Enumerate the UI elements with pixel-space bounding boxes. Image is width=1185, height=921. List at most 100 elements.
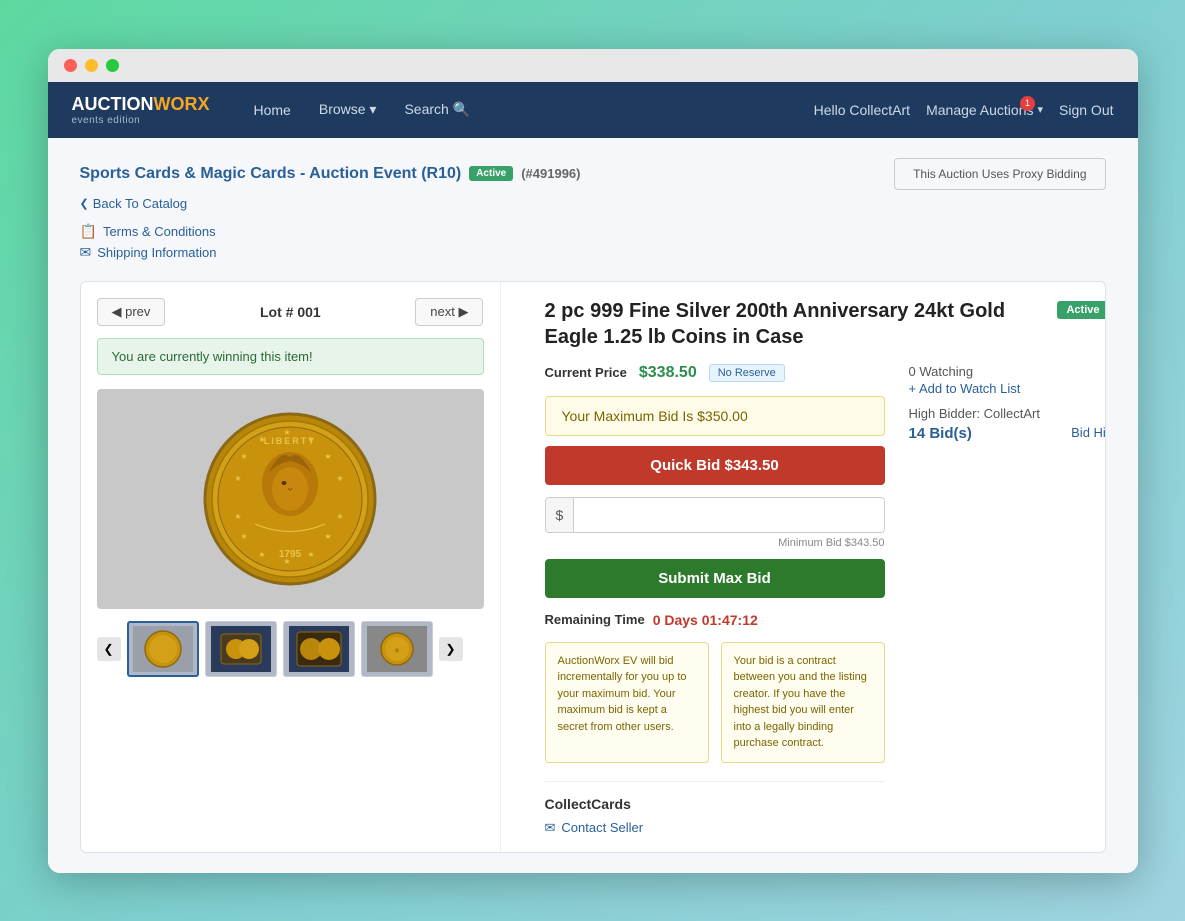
notification-badge: 1	[1020, 96, 1035, 111]
nav-links: Home Browse ▾ Search 🔍	[242, 95, 814, 124]
links-row: 📋 Terms & Conditions ✉ Shipping Informat…	[80, 223, 1106, 261]
next-lot-button[interactable]: next ▶	[415, 298, 483, 326]
lot-right-panel: 2 pc 999 Fine Silver 200th Anniversary 2…	[525, 282, 1106, 852]
remaining-label: Remaining Time	[545, 612, 645, 627]
min-bid-note: Minimum Bid $343.50	[545, 537, 885, 549]
prev-lot-button[interactable]: ◀ prev	[97, 298, 166, 326]
current-price-value: $338.50	[639, 364, 697, 382]
current-price-label: Current Price	[545, 365, 627, 380]
price-row: Current Price $338.50 No Reserve	[545, 364, 885, 382]
thumb-prev-arrow[interactable]: ❮	[97, 637, 121, 661]
bid-input-row: $	[545, 497, 885, 533]
info-text-right: Your bid is a contract between you and t…	[734, 655, 867, 750]
logo-worx: WORX	[154, 94, 210, 114]
contact-seller-text: Contact Seller	[561, 820, 643, 835]
winning-text: You are currently winning this item!	[112, 349, 313, 364]
auction-title-group: Sports Cards & Magic Cards - Auction Eve…	[80, 165, 581, 183]
info-box-left: AuctionWorx EV will bid incrementally fo…	[545, 642, 709, 763]
bid-count-row: 14 Bid(s) Bid History ❯	[909, 425, 1106, 442]
nav-search[interactable]: Search 🔍	[392, 95, 482, 124]
lot-left-panel: ◀ prev Lot # 001 next ▶ You are currentl…	[81, 282, 501, 852]
svg-text:★: ★	[324, 452, 331, 461]
bid-history-link[interactable]: Bid History ❯	[1071, 425, 1105, 441]
shipping-link[interactable]: ✉ Shipping Information	[80, 244, 1106, 261]
add-to-watchlist-button[interactable]: + Add to Watch List	[909, 381, 1106, 396]
back-link-text: Back To Catalog	[93, 196, 187, 211]
close-dot[interactable]	[64, 59, 77, 72]
bid-amount-input[interactable]	[574, 498, 883, 532]
lot-right-side: 0 Watching + Add to Watch List High Bidd…	[909, 364, 1106, 836]
logo-auction: AUCTION	[72, 94, 154, 114]
logo-subtitle: events edition	[72, 115, 210, 126]
thumb-svg-2	[211, 626, 271, 672]
lot-nav: ◀ prev Lot # 001 next ▶	[97, 298, 484, 326]
coin-svg: ★ ★ ★ ★ ★ ★ ★ ★ ★ ★ ★ ★ ★	[200, 409, 380, 589]
svg-text:★: ★	[258, 550, 265, 559]
shipping-text: Shipping Information	[97, 245, 216, 260]
lot-layout: ◀ prev Lot # 001 next ▶ You are currentl…	[80, 281, 1106, 853]
main-content: Sports Cards & Magic Cards - Auction Eve…	[48, 138, 1138, 873]
terms-text: Terms & Conditions	[103, 224, 216, 239]
thumbnails: ❮	[97, 621, 484, 677]
nav-signout[interactable]: Sign Out	[1059, 102, 1113, 118]
browser-window: AUCTIONWORX events edition Home Browse ▾…	[48, 49, 1138, 873]
info-text-left: AuctionWorx EV will bid incrementally fo…	[558, 655, 687, 733]
auction-active-badge: Active	[469, 166, 513, 181]
auction-id: (#491996)	[521, 166, 580, 181]
thumbnail-2[interactable]	[205, 621, 277, 677]
dollar-prefix: $	[546, 498, 575, 532]
quick-bid-button[interactable]: Quick Bid $343.50	[545, 446, 885, 485]
watchlist-text: + Add to Watch List	[909, 381, 1021, 396]
lot-title: 2 pc 999 Fine Silver 200th Anniversary 2…	[545, 298, 1046, 350]
thumbnail-3[interactable]	[283, 621, 355, 677]
lot-number: Lot # 001	[260, 304, 321, 320]
thumb-svg-1	[133, 626, 193, 672]
envelope-icon: ✉	[545, 820, 556, 836]
logo-brand: AUCTIONWORX	[72, 94, 210, 115]
thumb-svg-3	[289, 626, 349, 672]
dropdown-icon: ▾	[1037, 103, 1043, 116]
nav-home[interactable]: Home	[242, 96, 303, 124]
svg-text:★: ★	[336, 512, 343, 521]
svg-text:★: ★	[240, 532, 247, 541]
terms-link[interactable]: 📋 Terms & Conditions	[80, 223, 1106, 240]
max-bid-text: Your Maximum Bid Is $350.00	[562, 408, 748, 424]
lot-right-inner: Current Price $338.50 No Reserve Your Ma…	[545, 364, 1106, 836]
proxy-bidding-label: This Auction Uses Proxy Bidding	[913, 167, 1086, 181]
info-box-right: Your bid is a contract between you and t…	[721, 642, 885, 763]
high-bidder: High Bidder: CollectArt	[909, 406, 1106, 421]
main-lot-image[interactable]: ★ ★ ★ ★ ★ ★ ★ ★ ★ ★ ★ ★ ★	[97, 389, 484, 609]
minimize-dot[interactable]	[85, 59, 98, 72]
watching-count: 0 Watching	[909, 364, 1106, 379]
terms-icon: 📋	[80, 223, 97, 240]
browser-chrome	[48, 49, 1138, 82]
lot-bid-area: Current Price $338.50 No Reserve Your Ma…	[545, 364, 885, 836]
proxy-bidding-box: This Auction Uses Proxy Bidding	[894, 158, 1105, 190]
svg-text:★: ★	[234, 512, 241, 521]
svg-text:★: ★	[240, 452, 247, 461]
nav-hello: Hello CollectArt	[814, 102, 910, 118]
navbar: AUCTIONWORX events edition Home Browse ▾…	[48, 82, 1138, 138]
remaining-time-row: Remaining Time 0 Days 01:47:12	[545, 612, 885, 628]
logo: AUCTIONWORX events edition	[72, 94, 210, 126]
back-to-catalog[interactable]: Back To Catalog	[80, 196, 1106, 211]
thumbnail-1[interactable]	[127, 621, 199, 677]
thumbnail-4[interactable]: ★	[361, 621, 433, 677]
nav-right: Hello CollectArt Manage Auctions ▾ 1 Sig…	[814, 102, 1114, 118]
maximize-dot[interactable]	[106, 59, 119, 72]
svg-text:1795: 1795	[279, 549, 302, 560]
thumb-svg-4: ★	[367, 626, 427, 672]
seller-name: CollectCards	[545, 796, 885, 812]
svg-text:★: ★	[393, 646, 400, 655]
thumb-next-arrow[interactable]: ❯	[439, 637, 463, 661]
contact-seller-link[interactable]: ✉ Contact Seller	[545, 820, 885, 836]
nav-browse[interactable]: Browse ▾	[307, 95, 389, 124]
nav-manage-auctions[interactable]: Manage Auctions ▾ 1	[926, 102, 1043, 118]
svg-text:★: ★	[234, 474, 241, 483]
submit-max-bid-button[interactable]: Submit Max Bid	[545, 559, 885, 598]
seller-section: CollectCards ✉ Contact Seller	[545, 781, 885, 836]
bid-count: 14 Bid(s)	[909, 425, 972, 442]
remaining-time-value: 0 Days 01:47:12	[653, 612, 758, 628]
svg-text:★: ★	[324, 532, 331, 541]
auction-title-text: Sports Cards & Magic Cards - Auction Eve…	[80, 165, 462, 183]
